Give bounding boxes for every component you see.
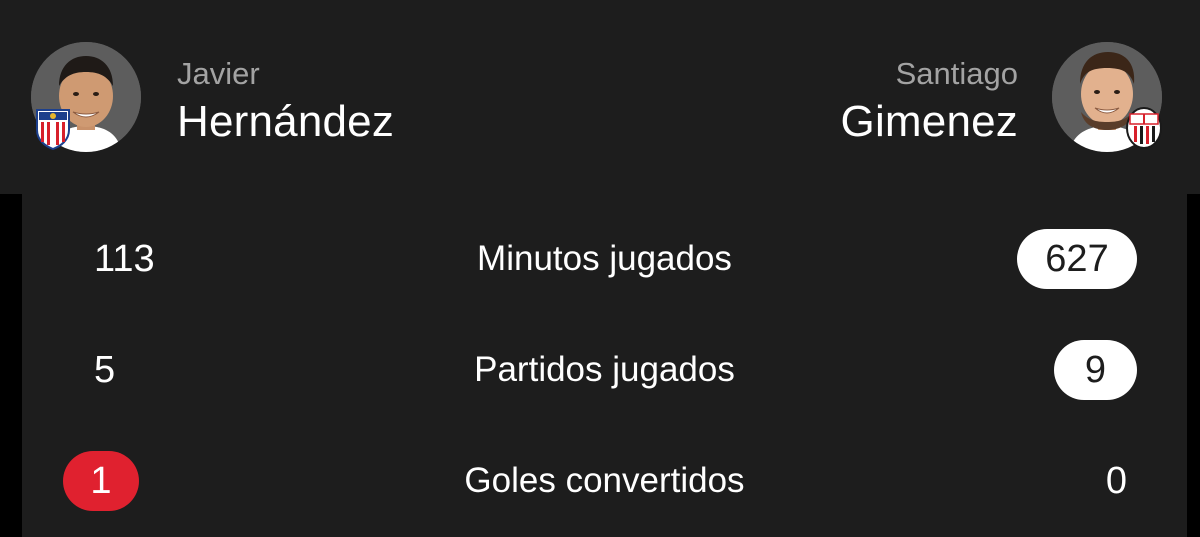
- right-value-highlight: 627: [1017, 229, 1137, 289]
- right-value-highlight: 9: [1054, 340, 1137, 400]
- comparison-header: Javier Hernández Santiago Gimenez: [0, 0, 1200, 194]
- player-last-name: Gimenez: [840, 97, 1018, 146]
- stat-row-goals[interactable]: 1 Goles convertidos 0: [22, 441, 1187, 521]
- player-first-name: Santiago: [895, 56, 1018, 91]
- stat-row-matches[interactable]: 5 Partidos jugados 9: [22, 330, 1187, 410]
- chivas-crest-icon: [33, 106, 73, 151]
- stat-label: Goles convertidos: [464, 461, 745, 500]
- right-value: 0: [1105, 460, 1127, 502]
- stat-label: Partidos jugados: [474, 350, 735, 389]
- stats-panel: 113 Minutos jugados 627 5 Partidos jugad…: [22, 194, 1187, 537]
- stat-row-minutes[interactable]: 113 Minutos jugados 627: [22, 219, 1187, 299]
- player-last-name: Hernández: [177, 97, 395, 146]
- stat-label: Minutos jugados: [477, 239, 732, 278]
- ac-milan-crest-icon: [1124, 106, 1164, 150]
- player-first-name: Javier: [177, 56, 260, 91]
- player-name: Santiago Gimenez: [841, 54, 1018, 150]
- player-name: Javier Hernández: [177, 54, 394, 150]
